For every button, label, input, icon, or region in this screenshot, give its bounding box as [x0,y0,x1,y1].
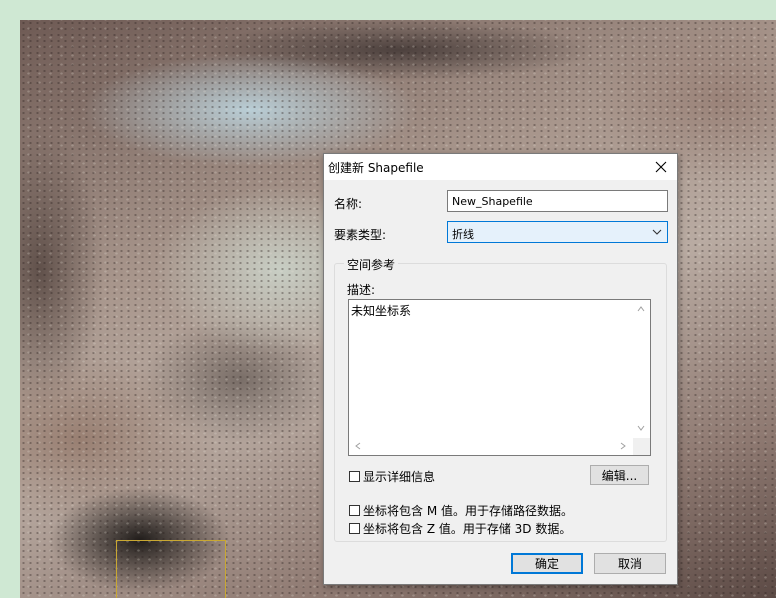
description-textbox[interactable]: 未知坐标系 [348,299,651,456]
horizontal-scrollbar[interactable] [349,438,633,455]
dialog-title: 创建新 Shapefile [328,161,424,175]
cancel-button[interactable]: 取消 [594,553,666,574]
ok-button[interactable]: 确定 [511,553,583,574]
chevron-down-icon [652,229,662,235]
description-text: 未知坐标系 [351,304,412,318]
m-values-label: 坐标将包含 M 值。用于存储路径数据。 [363,504,573,518]
name-label: 名称: [334,197,363,211]
vertical-scrollbar[interactable] [633,300,650,438]
edit-button[interactable]: 编辑... [590,465,649,485]
create-shapefile-dialog: 创建新 Shapefile 名称: 要素类型: 折线 空间参考 描述: 未知坐标… [323,153,678,585]
dialog-titlebar[interactable]: 创建新 Shapefile [324,154,677,180]
z-values-checkbox[interactable] [349,523,360,534]
feature-type-select[interactable]: 折线 [447,221,668,243]
scroll-up-icon[interactable] [637,305,645,313]
close-icon [655,161,667,173]
z-values-checkbox-row[interactable]: 坐标将包含 Z 值。用于存储 3D 数据。 [349,520,571,537]
scroll-left-icon[interactable] [354,442,362,450]
spatial-reference-legend: 空间参考 [344,256,399,273]
show-details-checkbox-row[interactable]: 显示详细信息 [349,468,435,485]
scroll-down-icon[interactable] [637,424,645,432]
show-details-label: 显示详细信息 [363,470,436,484]
z-values-label: 坐标将包含 Z 值。用于存储 3D 数据。 [363,522,572,536]
name-input[interactable] [447,190,668,212]
scroll-right-icon[interactable] [619,442,627,450]
show-details-checkbox[interactable] [349,471,360,482]
spatial-reference-group: 空间参考 描述: 未知坐标系 显示详细信息 编辑... 坐标将包含 M 值。用于… [334,256,667,542]
m-values-checkbox[interactable] [349,505,360,516]
scrollbar-corner [633,438,650,455]
close-button[interactable] [645,154,677,180]
map-selection-rectangle [116,540,226,598]
feature-type-label: 要素类型: [334,228,387,242]
feature-type-value: 折线 [452,228,474,241]
m-values-checkbox-row[interactable]: 坐标将包含 M 值。用于存储路径数据。 [349,502,573,519]
description-label: 描述: [347,283,376,297]
